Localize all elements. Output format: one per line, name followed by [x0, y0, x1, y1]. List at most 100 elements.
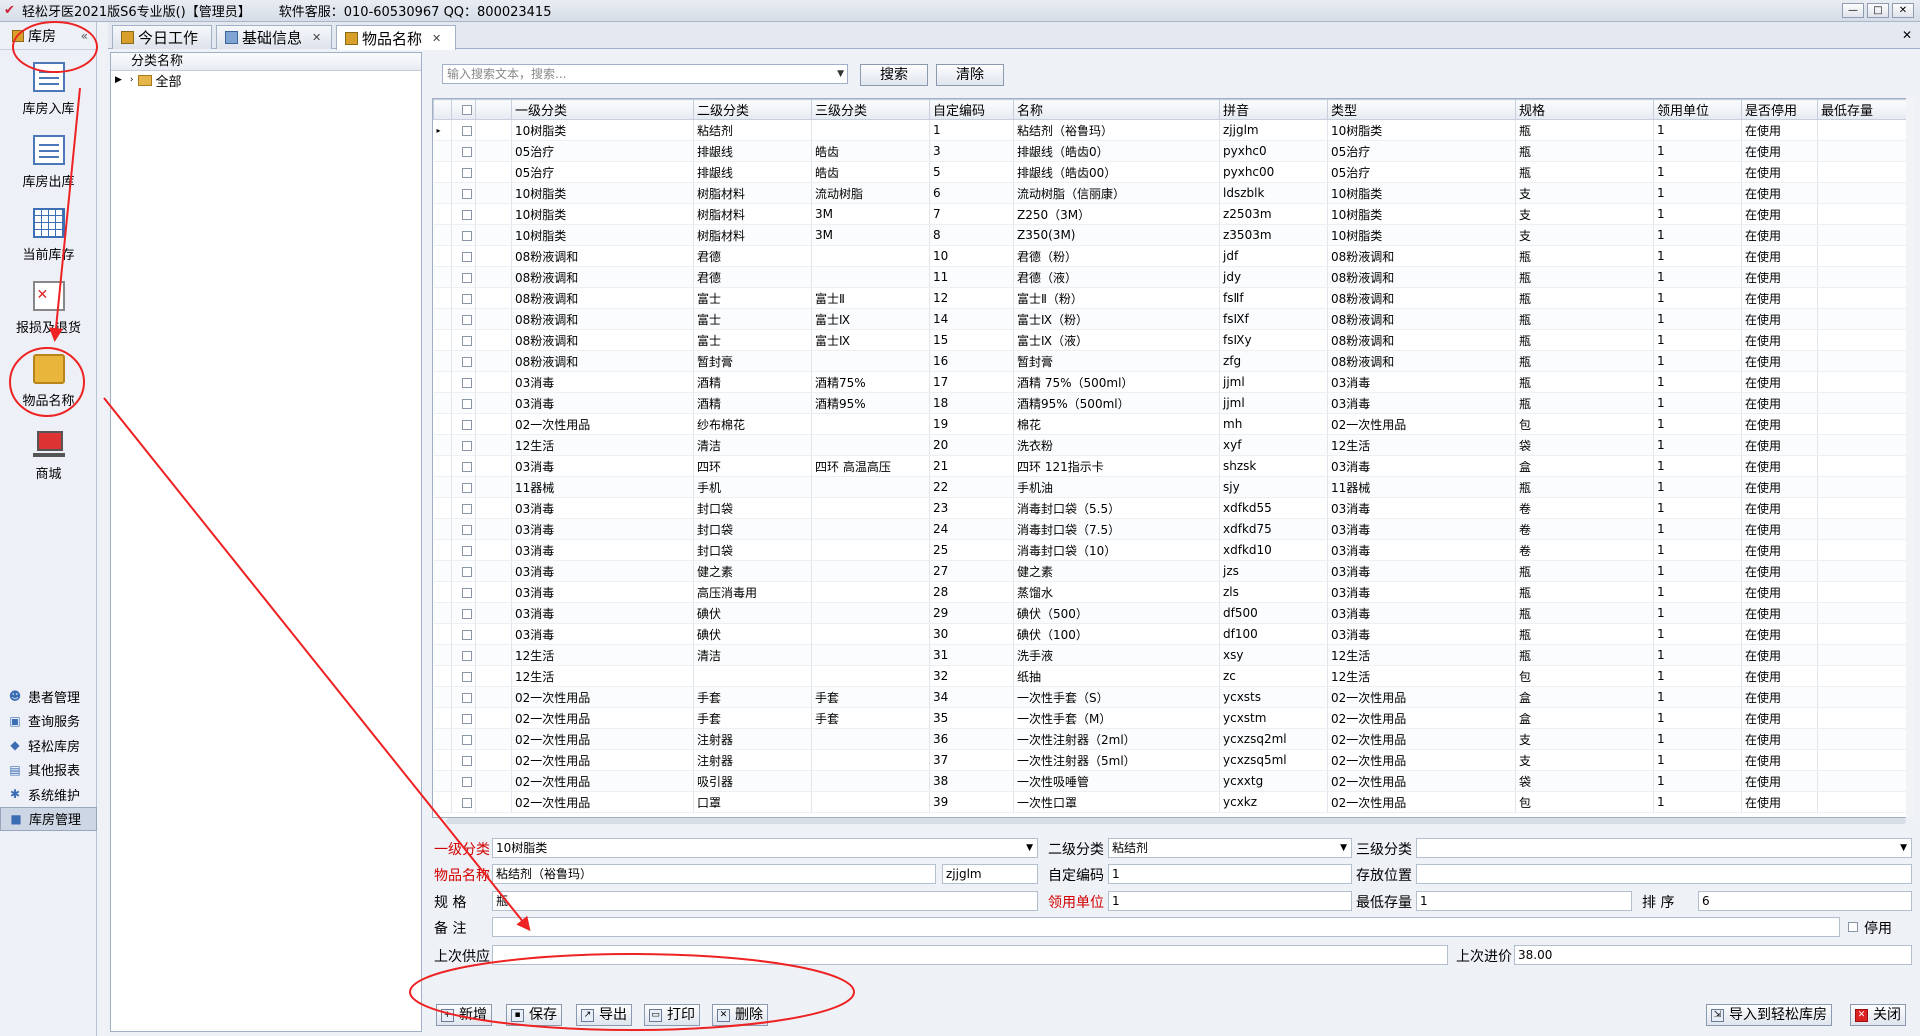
nav-item-item-names[interactable]: 物品名称 [0, 342, 97, 415]
row-checkbox[interactable] [462, 734, 472, 745]
row-checkbox[interactable] [462, 398, 472, 409]
table-row[interactable]: 03消毒 高压消毒用 28 蒸馏水 zls 03消毒瓶 1 在使用 [433, 581, 1910, 603]
row-checkbox[interactable] [462, 587, 472, 598]
row-checkbox[interactable] [462, 545, 472, 556]
table-row[interactable]: 12生活 清洁 31 洗手液 xsy 12生活瓶 1 在使用 [433, 644, 1910, 666]
row-checkbox[interactable] [462, 251, 472, 262]
row-select-cell[interactable] [451, 686, 476, 708]
col-header[interactable]: 类型 [1327, 99, 1516, 120]
row-select-cell[interactable] [451, 392, 476, 414]
table-row[interactable]: 02一次性用品 纱布棉花 19 棉花 mh 02一次性用品包 1 在使用 [433, 413, 1910, 435]
splitter-handle[interactable] [424, 52, 430, 1032]
row-select-cell[interactable] [451, 140, 476, 162]
chevron-down-icon[interactable]: ▼ [1340, 839, 1347, 857]
supplier-field[interactable] [492, 945, 1448, 965]
table-row[interactable]: 10树脂类 树脂材料 3M 7 Z250（3M） z2503m 10树脂类支 1 在使用 [433, 203, 1910, 225]
table-row[interactable]: 12生活 清洁 20 洗衣粉 xyf 12生活袋 1 在使用 [433, 434, 1910, 456]
row-checkbox[interactable] [462, 335, 472, 346]
expand-icon[interactable]: › [130, 75, 134, 85]
row-checkbox[interactable] [462, 188, 472, 199]
row-checkbox[interactable] [462, 377, 472, 388]
table-row[interactable]: 03消毒 碘伏 30 碘伏（100） df100 03消毒瓶 1 在使用 [433, 623, 1910, 645]
level1-select[interactable]: 10树脂类 ▼ [492, 838, 1038, 858]
row-select-cell[interactable] [451, 623, 476, 645]
row-select-cell[interactable] [451, 665, 476, 687]
row-select-cell[interactable] [451, 476, 476, 498]
col-header[interactable]: 领用单位 [1653, 99, 1742, 120]
nav-item-inventory[interactable]: 当前库存 [0, 196, 97, 269]
col-header[interactable]: 最低存量 [1817, 99, 1910, 120]
location-field[interactable] [1416, 864, 1912, 884]
delete-button[interactable]: ✕ 删除 [712, 1004, 768, 1026]
clear-button[interactable]: 清除 [936, 64, 1004, 86]
close-window-button[interactable]: ✕ [1892, 3, 1914, 18]
table-row[interactable]: 03消毒 封口袋 25 消毒封口袋（10） xdfkd10 03消毒卷 1 在使用 [433, 539, 1910, 561]
row-select-cell[interactable] [451, 770, 476, 792]
row-select-cell[interactable] [451, 581, 476, 603]
module-query[interactable]: ▣ 查询服务 [0, 709, 97, 734]
import-button[interactable]: ⇲ 导入到轻松库房 [1706, 1004, 1832, 1026]
row-select-cell[interactable] [451, 791, 476, 813]
row-select-cell[interactable] [451, 308, 476, 330]
row-select-cell[interactable] [451, 224, 476, 246]
row-select-cell[interactable] [451, 539, 476, 561]
row-select-cell[interactable] [451, 266, 476, 288]
table-row[interactable]: 03消毒 封口袋 23 消毒封口袋（5.5） xdfkd55 03消毒卷 1 在使用 [433, 497, 1910, 519]
tab-item-names[interactable]: 物品名称 ✕ [336, 25, 456, 50]
row-checkbox[interactable] [462, 650, 472, 661]
col-header[interactable]: 自定编码 [929, 99, 1014, 120]
row-checkbox[interactable] [462, 608, 472, 619]
module-warehouse-manage[interactable]: ■ 库房管理 [0, 806, 97, 831]
col-header[interactable]: 拼音 [1219, 99, 1328, 120]
chevron-down-icon[interactable]: ▼ [1900, 839, 1907, 857]
table-row[interactable]: 03消毒 封口袋 24 消毒封口袋（7.5） xdfkd75 03消毒卷 1 在使用 [433, 518, 1910, 540]
row-checkbox[interactable] [462, 314, 472, 325]
row-select-cell[interactable] [451, 182, 476, 204]
print-button[interactable]: ▭ 打印 [644, 1004, 700, 1026]
min-stock-field[interactable]: 1 [1416, 891, 1632, 911]
table-row[interactable]: 08粉液调和 君德 11 君德（液） jdy 08粉液调和瓶 1 在使用 [433, 266, 1910, 288]
row-select-cell[interactable] [451, 518, 476, 540]
col-header[interactable]: 三级分类 [811, 99, 930, 120]
close-button[interactable]: ✕ 关闭 [1850, 1004, 1906, 1026]
table-row[interactable]: 02一次性用品 注射器 36 一次性注射器（2ml） ycxzsq2ml 02一次性用品支… [433, 728, 1910, 750]
row-select-cell[interactable] [451, 707, 476, 729]
table-row[interactable]: 11器械 手机 22 手机油 sjy 11器械瓶 1 在使用 [433, 476, 1910, 498]
select-all-checkbox[interactable] [462, 104, 472, 115]
row-checkbox[interactable] [462, 671, 472, 682]
col-header[interactable]: 一级分类 [511, 99, 694, 120]
row-checkbox[interactable] [462, 776, 472, 787]
row-checkbox[interactable] [462, 272, 472, 283]
module-patients[interactable]: ☻ 患者管理 [0, 684, 97, 709]
row-checkbox[interactable] [462, 503, 472, 514]
row-select-cell[interactable] [451, 287, 476, 309]
row-select-cell[interactable] [451, 119, 476, 141]
table-row[interactable]: 08粉液调和 富士 富士Ⅸ 15 富士Ⅸ（液） fsⅨy 08粉液调和瓶 1 在使用 [433, 329, 1910, 351]
col-header[interactable]: 是否停用 [1741, 99, 1818, 120]
row-select-cell[interactable] [451, 728, 476, 750]
row-checkbox[interactable] [462, 797, 472, 808]
name-field[interactable]: 粘结剂（裕鲁玛） [492, 864, 936, 884]
table-row[interactable]: 02一次性用品 注射器 37 一次性注射器（5ml） ycxzsq5ml 02一次性用品支… [433, 749, 1910, 771]
code-field[interactable]: 1 [1108, 864, 1352, 884]
table-row[interactable]: 05治疗 排龈线 皓齿 5 排龈线（皓齿00） pyxhc00 05治疗瓶 1 在使用 [433, 161, 1910, 183]
disable-checkbox[interactable] [1848, 922, 1858, 932]
nav-item-mall[interactable]: 商城 [0, 415, 97, 488]
col-header[interactable]: 规格 [1515, 99, 1654, 120]
table-row[interactable]: 10树脂类 树脂材料 3M 8 Z350(3M) z3503m 10树脂类支 1 在使用 [433, 224, 1910, 246]
col-header[interactable]: 二级分类 [693, 99, 812, 120]
row-select-cell[interactable] [451, 203, 476, 225]
table-row[interactable]: 03消毒 碘伏 29 碘伏（500） df500 03消毒瓶 1 在使用 [433, 602, 1910, 624]
select-all-header[interactable] [451, 99, 476, 120]
row-checkbox[interactable] [462, 629, 472, 640]
row-checkbox[interactable] [462, 419, 472, 430]
row-select-cell[interactable] [451, 329, 476, 351]
sort-field[interactable]: 6 [1698, 891, 1912, 911]
level3-select[interactable]: ▼ [1416, 838, 1912, 858]
unit-field[interactable]: 1 [1108, 891, 1352, 911]
search-button[interactable]: 搜索 [860, 64, 928, 86]
spec-field[interactable]: 瓶 [492, 891, 1038, 911]
table-row[interactable]: ▸ 10树脂类 粘结剂 1 粘结剂（裕鲁玛） zjjglm 10树脂类瓶 1 在使用 [433, 119, 1910, 141]
row-select-cell[interactable] [451, 560, 476, 582]
col-header[interactable]: 名称 [1013, 99, 1220, 120]
